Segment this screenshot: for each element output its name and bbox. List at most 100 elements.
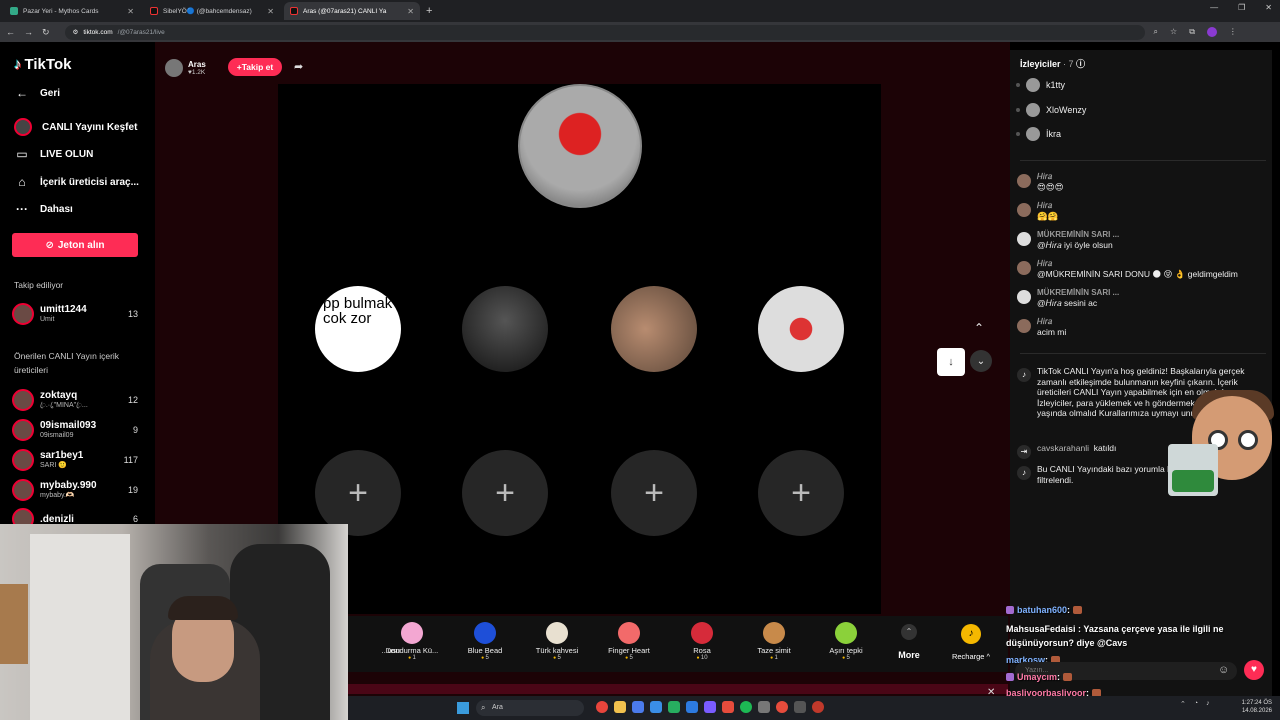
site-info-icon[interactable]: ⚙ xyxy=(73,28,79,36)
recharge-button[interactable]: ♪ Recharge ^ xyxy=(946,624,996,661)
previous-live-icon[interactable]: ⌃ xyxy=(974,321,984,335)
wifi-icon[interactable]: ◔ xyxy=(1194,700,1198,708)
browser-tab-2[interactable]: SibelYÖ🔵 (@bahcemdensaz) ✕ xyxy=(144,2,280,20)
avatar xyxy=(12,303,34,325)
viewer-item[interactable]: XloWenzy xyxy=(1016,103,1086,117)
url-field[interactable]: ⚙ tiktok.com/@07aras21/live xyxy=(64,24,1145,40)
emoji-icon[interactable]: ☺ xyxy=(1218,664,1229,676)
nav-go-live[interactable]: ▭ LIVE OLUN xyxy=(14,147,144,161)
gift-item[interactable]: Finger Heart5 xyxy=(594,622,664,661)
zoom-icon[interactable]: ⌕ xyxy=(1154,27,1158,37)
windows-start-icon[interactable] xyxy=(457,702,469,714)
reload-icon[interactable]: ↻ xyxy=(42,27,50,38)
menu-dots-icon[interactable]: ⋮ xyxy=(1229,27,1237,37)
folder-icon[interactable] xyxy=(614,701,626,713)
spotify-icon[interactable] xyxy=(740,701,752,713)
gift-item[interactable]: Taze simit1 xyxy=(739,622,809,661)
host-info[interactable]: Aras ♥1.2K xyxy=(165,59,206,77)
gift-item[interactable]: Blue Bead5 xyxy=(450,622,520,661)
browser-tab-1[interactable]: Pazar Yeri - Mythos Cards ✕ xyxy=(4,2,140,20)
finger-heart-icon xyxy=(618,622,640,644)
app-icon[interactable] xyxy=(668,701,680,713)
app-icon[interactable] xyxy=(794,701,806,713)
host-video-circle[interactable] xyxy=(518,84,642,208)
chevron-up-icon[interactable]: ⌃ xyxy=(1180,700,1186,708)
avatar[interactable] xyxy=(1017,290,1031,304)
gift-item[interactable]: Aşırı tepki5 xyxy=(811,622,881,661)
app-icon[interactable] xyxy=(632,701,644,713)
guest-slot-2[interactable] xyxy=(462,286,548,372)
avatar xyxy=(12,419,34,441)
guest-slot-3[interactable] xyxy=(611,286,697,372)
app-icon[interactable] xyxy=(650,701,662,713)
add-guest-slot[interactable]: + xyxy=(758,450,844,536)
gift-item[interactable]: Rosa10 xyxy=(667,622,737,661)
close-tab-icon[interactable]: ✕ xyxy=(267,7,274,16)
app-icon[interactable] xyxy=(722,701,734,713)
taskbar-search[interactable]: Ara xyxy=(476,700,584,716)
follow-button[interactable]: +Takip et xyxy=(228,58,282,76)
avatar[interactable] xyxy=(1017,261,1031,275)
back-arrow-icon[interactable]: ← xyxy=(6,27,15,37)
window-controls: — ❐ ✕ xyxy=(1210,3,1272,12)
get-coins-button[interactable]: ⊘ Jeton alın xyxy=(12,233,138,257)
suggested-account[interactable]: zoktayqꦿ.·.ꦿ"MINA"ꦿ... 12 xyxy=(12,387,138,413)
ice-cream-icon xyxy=(401,622,423,644)
heart-icon[interactable]: ♥ xyxy=(1244,660,1264,680)
add-guest-slot[interactable]: + xyxy=(611,450,697,536)
avatar[interactable] xyxy=(1017,232,1031,246)
guest-slot-4[interactable] xyxy=(758,286,844,372)
gift-item[interactable]: Türk kahvesi5 xyxy=(522,622,592,661)
close-tab-icon[interactable]: ✕ xyxy=(127,7,134,16)
tiktok-note-icon: ♪ xyxy=(1017,368,1031,382)
scroll-down-icon[interactable]: ↓ xyxy=(937,348,965,376)
avatar[interactable] xyxy=(1017,319,1031,333)
avatar xyxy=(1026,103,1040,117)
share-icon[interactable]: ➦ xyxy=(294,60,303,73)
viewer-item[interactable]: İkra xyxy=(1016,127,1061,141)
browser-tab-3[interactable]: Aras (@07aras21) CANLI Ya ✕ xyxy=(284,2,420,20)
suggested-account[interactable]: sar1bey1 SARI 🙂 117 xyxy=(12,447,138,473)
new-tab-button[interactable]: + xyxy=(426,5,432,17)
chrome-icon[interactable] xyxy=(596,701,608,713)
more-gifts-button[interactable]: ⌃ More xyxy=(896,624,922,660)
nav-creator-tools[interactable]: ⌂ İçerik üreticisi araç... xyxy=(14,175,144,189)
back-link[interactable]: ← Geri xyxy=(14,86,144,100)
app-icon[interactable] xyxy=(758,701,770,713)
coin-icon: ♪ xyxy=(961,624,981,644)
app-icon[interactable] xyxy=(812,701,824,713)
add-guest-slot[interactable]: + xyxy=(462,450,548,536)
discord-icon[interactable] xyxy=(704,701,716,713)
profile-avatar[interactable] xyxy=(1206,27,1217,37)
coffee-icon xyxy=(546,622,568,644)
gift-item[interactable]: Dondurma Kü...1 xyxy=(377,622,447,661)
minimize-icon[interactable]: — xyxy=(1210,3,1218,12)
help-icon[interactable]: ⓘ xyxy=(1076,59,1085,69)
gift-icon xyxy=(354,622,376,644)
maximize-icon[interactable]: ❐ xyxy=(1238,3,1245,12)
suggested-account[interactable]: mybaby.990 mybaby.🫶🏻 19 xyxy=(12,477,138,503)
chrome-icon[interactable] xyxy=(776,701,788,713)
app-icon[interactable] xyxy=(686,701,698,713)
avatar[interactable] xyxy=(1017,174,1031,188)
tiktok-logo[interactable]: ♪ TikTok xyxy=(14,56,71,73)
next-live-icon[interactable]: ⌄ xyxy=(970,350,992,372)
avatar[interactable] xyxy=(1017,203,1031,217)
extensions-icon[interactable]: ⧉ xyxy=(1189,27,1195,37)
forward-arrow-icon[interactable]: → xyxy=(24,27,33,37)
join-icon: ⇥ xyxy=(1017,445,1031,459)
bookmark-star-icon[interactable]: ☆ xyxy=(1170,27,1177,37)
suggested-account[interactable]: 09ismail093 09ismail09 9 xyxy=(12,417,138,443)
nav-more[interactable]: ··· Dahası xyxy=(14,202,144,216)
close-tab-icon[interactable]: ✕ xyxy=(407,7,414,16)
streamer-character-overlay xyxy=(1168,384,1280,504)
taskbar-clock[interactable]: 1:27:24 ÖS 14.08.2026 xyxy=(1236,699,1272,715)
chat-message: 𝐻𝑖𝑟𝑎 acim mi xyxy=(1017,317,1267,337)
close-window-icon[interactable]: ✕ xyxy=(1265,3,1272,12)
viewer-item[interactable]: k1tty xyxy=(1016,78,1065,92)
following-account[interactable]: umitt1244 Ümit 13 xyxy=(12,301,138,327)
nav-explore-live[interactable]: CANLI Yayını Keşfet xyxy=(14,118,144,136)
suggested-title: Önerilen CANLI Yayın içerik üreticileri xyxy=(14,351,120,375)
volume-icon[interactable]: ♪ xyxy=(1206,700,1210,708)
guest-slot-1[interactable]: pp bulmak cok zor xyxy=(315,286,401,372)
